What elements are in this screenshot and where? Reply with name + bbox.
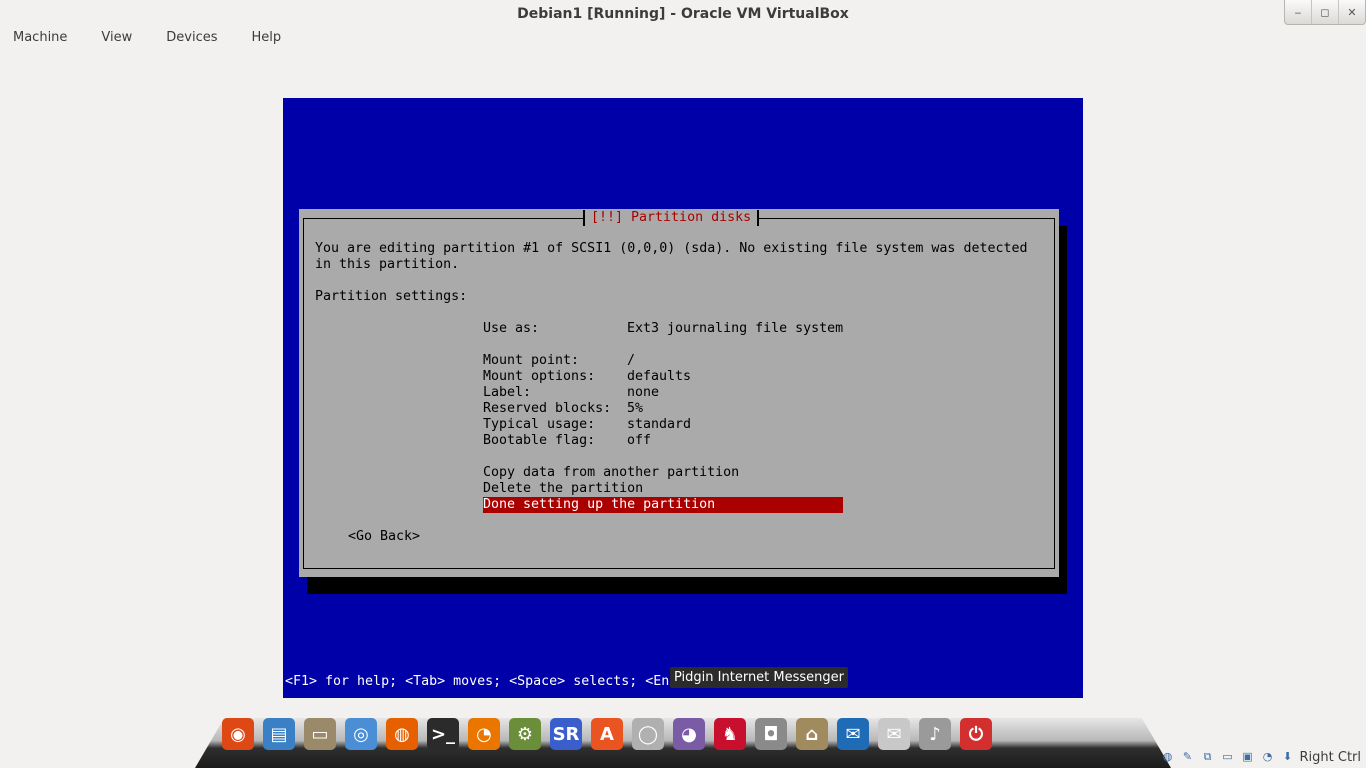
terminal-icon[interactable]: >_ — [427, 718, 459, 750]
ubuntu-icon[interactable]: ◉ — [222, 718, 254, 750]
host-key-label: Right Ctrl — [1299, 749, 1362, 765]
window-titlebar: Debian1 [Running] - Oracle VM VirtualBox… — [0, 0, 1366, 28]
setting-value-bootable-flag[interactable]: off — [627, 433, 651, 449]
settings-icon[interactable]: ⚙ — [509, 718, 541, 750]
setting-key-mount-point[interactable]: Mount point: — [483, 353, 579, 369]
simplescreenrecorder-icon[interactable]: SR — [550, 718, 582, 750]
pidgin-icon[interactable]: ◕ — [673, 718, 705, 750]
setting-key-bootable-flag[interactable]: Bootable flag: — [483, 433, 595, 449]
shared-folders-icon[interactable]: ▭ — [1220, 749, 1236, 765]
files-icon[interactable]: ▭ — [304, 718, 336, 750]
optical-drive-icon[interactable]: ✎ — [1180, 749, 1196, 765]
minimize-button[interactable]: ‒ — [1285, 0, 1311, 24]
volume-icon[interactable]: ♪ — [919, 718, 951, 750]
system-monitor-icon[interactable]: ▤ — [263, 718, 295, 750]
close-button[interactable]: ✕ — [1338, 0, 1365, 24]
display-icon[interactable]: ▣ — [1240, 749, 1256, 765]
menu-machine[interactable]: Machine — [13, 28, 67, 50]
action-done-selected[interactable]: Done setting up the partition — [483, 497, 843, 513]
supertux-icon[interactable]: ♞ — [714, 718, 746, 750]
setting-value-typical-usage[interactable]: standard — [627, 417, 691, 433]
settings-heading: Partition settings: — [315, 289, 468, 304]
setting-key-label[interactable]: Label: — [483, 385, 531, 401]
firefox-icon[interactable]: ◍ — [386, 718, 418, 750]
window-title: Debian1 [Running] - Oracle VM VirtualBox — [517, 6, 849, 22]
dock: ◉ ▤ ▭ ◎ ◍ >_ ◔ ⚙ SR A ◯ ◕ ♞ ◘ ⌂ ✉ ✉ ♪ ⏻ — [222, 714, 1142, 754]
setting-key-reserved-blocks[interactable]: Reserved blocks: — [483, 401, 611, 417]
hdd-icon[interactable]: ◍ — [1160, 749, 1176, 765]
installer-status-line: <F1> for help; <Tab> moves; <Space> sele… — [285, 674, 678, 689]
menu-devices[interactable]: Devices — [166, 28, 217, 50]
setting-value-mount-point[interactable]: / — [627, 353, 635, 369]
menubar: Machine View Devices Help — [0, 28, 1366, 50]
app-store-icon[interactable]: A — [591, 718, 623, 750]
power-icon[interactable]: ⏻ — [960, 718, 992, 750]
maximize-button[interactable]: ◻ — [1311, 0, 1338, 24]
vbox-status-tray: ◍ ✎ ⧉ ▭ ▣ ◔ ⬇ Right Ctrl — [1156, 746, 1366, 768]
mail-icon[interactable]: ✉ — [878, 718, 910, 750]
camera-icon[interactable]: ◘ — [755, 718, 787, 750]
partition-dialog: [!!] Partition disks You are editing par… — [299, 209, 1059, 577]
home-folder-icon[interactable]: ⌂ — [796, 718, 828, 750]
thunderbird-icon[interactable]: ✉ — [837, 718, 869, 750]
blender-icon[interactable]: ◔ — [468, 718, 500, 750]
setting-key-use-as[interactable]: Use as: — [483, 321, 539, 337]
dialog-title: [!!] Partition disks — [583, 210, 760, 226]
setting-value-reserved-blocks[interactable]: 5% — [627, 401, 643, 417]
setting-value-use-as[interactable]: Ext3 journaling file system — [627, 321, 843, 337]
setting-value-label[interactable]: none — [627, 385, 659, 401]
menu-help[interactable]: Help — [252, 28, 282, 50]
action-copy-data[interactable]: Copy data from another partition — [483, 465, 739, 481]
setting-value-mount-options[interactable]: defaults — [627, 369, 691, 385]
keyboard-capture-icon[interactable]: ⬇ — [1280, 749, 1296, 765]
window-controls: ‒ ◻ ✕ — [1284, 0, 1366, 25]
vm-display[interactable]: [!!] Partition disks You are editing par… — [283, 98, 1083, 698]
action-delete-partition[interactable]: Delete the partition — [483, 481, 643, 497]
disk-icon[interactable]: ◯ — [632, 718, 664, 750]
intro-line-2: in this partition. — [315, 257, 460, 272]
dock-tooltip: Pidgin Internet Messenger — [670, 667, 848, 688]
intro-line-1: You are editing partition #1 of SCSI1 (0… — [315, 241, 1028, 256]
capture-icon[interactable]: ◔ — [1260, 749, 1276, 765]
go-back-button[interactable]: <Go Back> — [348, 529, 420, 545]
setting-key-typical-usage[interactable]: Typical usage: — [483, 417, 595, 433]
setting-key-mount-options[interactable]: Mount options: — [483, 369, 595, 385]
chromium-icon[interactable]: ◎ — [345, 718, 377, 750]
network-icon[interactable]: ⧉ — [1200, 749, 1216, 765]
menu-view[interactable]: View — [101, 28, 132, 50]
